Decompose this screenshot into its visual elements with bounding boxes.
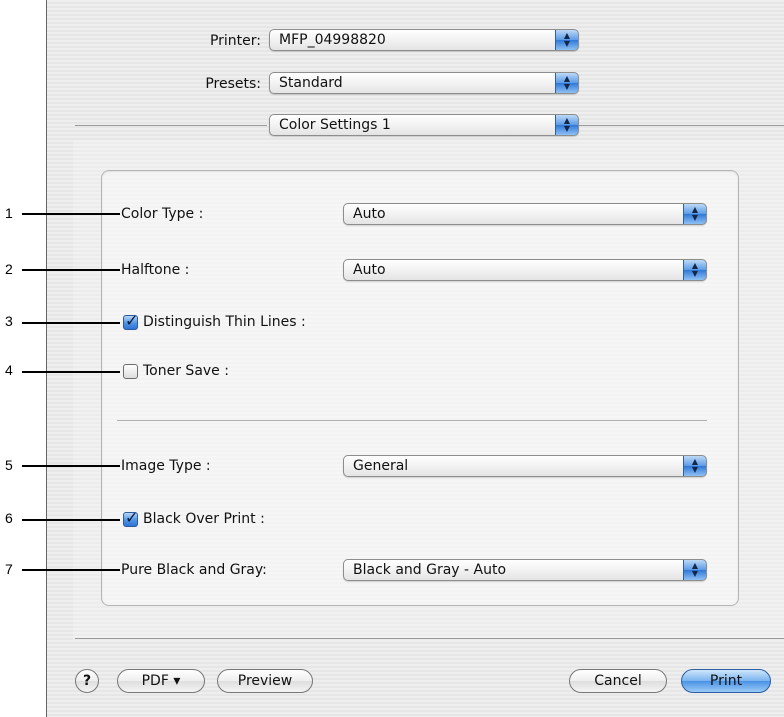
callout-line	[22, 465, 120, 467]
preview-button[interactable]: Preview	[217, 669, 313, 693]
pdf-button[interactable]: PDF ▾	[117, 669, 205, 693]
pure-black-gray-value: Black and Gray - Auto	[353, 562, 507, 578]
callout-line	[22, 213, 120, 215]
presets-label: Presets:	[205, 76, 261, 92]
callout-number: 6	[5, 510, 13, 526]
presets-popup[interactable]: Standard ▲ ▼	[269, 72, 579, 94]
distinguish-thin-lines-label: Distinguish Thin Lines :	[143, 314, 306, 330]
print-button[interactable]: Print	[681, 669, 771, 693]
updown-arrows-icon: ▲ ▼	[555, 115, 578, 135]
updown-arrows-icon: ▲ ▼	[683, 456, 706, 476]
updown-arrows-icon: ▲ ▼	[683, 260, 706, 280]
pure-black-gray-popup[interactable]: Black and Gray - Auto ▲ ▼	[343, 559, 707, 581]
callout-line	[22, 519, 120, 521]
callout-number: 7	[5, 561, 13, 577]
printer-value: MFP_04998820	[279, 32, 386, 48]
cancel-button[interactable]: Cancel	[569, 669, 667, 693]
printer-popup[interactable]: MFP_04998820 ▲ ▼	[269, 29, 579, 51]
toner-save-label: Toner Save :	[143, 363, 229, 379]
help-button[interactable]: ?	[75, 669, 99, 693]
callout-number: 4	[5, 362, 13, 378]
updown-arrows-icon: ▲ ▼	[555, 73, 578, 93]
panel-separator-left	[75, 125, 267, 126]
pure-black-gray-label: Pure Black and Gray:	[121, 562, 267, 578]
callout-line	[22, 371, 120, 373]
checkmark-icon: ✓	[125, 311, 139, 330]
printer-label: Printer:	[209, 33, 261, 49]
color-settings-group	[101, 170, 739, 606]
toner-save-checkbox[interactable]	[123, 364, 138, 379]
updown-arrows-icon: ▲ ▼	[683, 204, 706, 224]
image-type-label: Image Type :	[121, 458, 211, 474]
question-mark-icon: ?	[82, 673, 92, 689]
callout-number: 5	[5, 457, 13, 473]
callout-number: 2	[5, 261, 13, 277]
group-separator	[117, 420, 707, 421]
black-over-print-label: Black Over Print :	[143, 511, 265, 527]
checkmark-icon: ✓	[125, 508, 139, 527]
updown-arrows-icon: ▲ ▼	[555, 30, 578, 50]
callout-line	[22, 569, 120, 571]
color-type-popup[interactable]: Auto ▲ ▼	[343, 203, 707, 225]
print-dialog: Printer: MFP_04998820 ▲ ▼ Presets: Standa…	[46, 0, 784, 717]
halftone-value: Auto	[353, 262, 386, 278]
callout-line	[22, 322, 120, 324]
color-type-label: Color Type :	[121, 206, 204, 222]
updown-arrows-icon: ▲ ▼	[683, 560, 706, 580]
color-type-value: Auto	[353, 206, 386, 222]
image-type-popup[interactable]: General ▲ ▼	[343, 455, 707, 477]
callout-number: 3	[5, 313, 13, 329]
halftone-popup[interactable]: Auto ▲ ▼	[343, 259, 707, 281]
callout-number: 1	[5, 205, 13, 221]
panel-popup[interactable]: Color Settings 1 ▲ ▼	[269, 114, 579, 136]
footer-separator	[75, 638, 784, 639]
presets-value: Standard	[279, 75, 343, 91]
panel-separator-right	[579, 125, 784, 126]
panel-value: Color Settings 1	[279, 117, 391, 133]
callout-line	[22, 269, 120, 271]
halftone-label: Halftone :	[121, 262, 190, 278]
image-type-value: General	[353, 458, 409, 474]
black-over-print-checkbox[interactable]: ✓	[123, 508, 138, 527]
distinguish-thin-lines-checkbox[interactable]: ✓	[123, 311, 138, 330]
